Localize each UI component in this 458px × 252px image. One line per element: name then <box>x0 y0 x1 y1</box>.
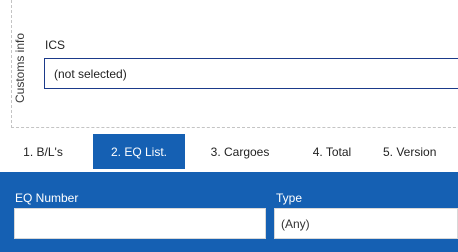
type-label: Type <box>276 191 303 205</box>
tab-version[interactable]: 5. Version <box>375 134 458 169</box>
tab-bar: 1. B/L's 2. EQ List. 3. Cargoes 4. Total… <box>0 134 458 169</box>
ics-select[interactable]: (not selected) <box>44 58 458 89</box>
ics-label: ICS <box>45 38 66 52</box>
tab-eq-list[interactable]: 2. EQ List. <box>93 134 185 169</box>
type-select[interactable]: (Any) <box>274 208 458 239</box>
tab-total[interactable]: 4. Total <box>296 134 368 169</box>
customs-info-section-label: Customs info <box>13 32 27 104</box>
tab-bls[interactable]: 1. B/L's <box>8 134 78 169</box>
filter-header: EQ Number Type (Any) <box>0 172 458 252</box>
eq-number-label: EQ Number <box>15 191 79 205</box>
eq-number-input[interactable] <box>14 208 266 239</box>
tab-cargoes[interactable]: 3. Cargoes <box>196 134 284 169</box>
